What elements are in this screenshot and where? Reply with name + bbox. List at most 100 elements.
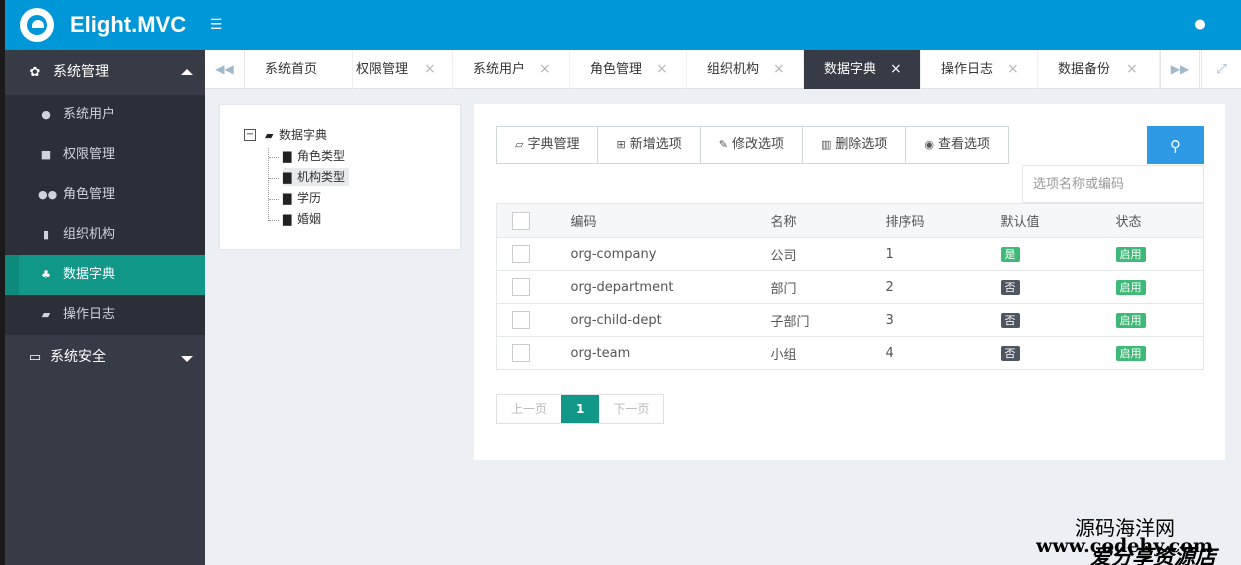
items-table: 编码 名称 排序码 默认值 状态 org-company 公司 1 是 启用 o…	[496, 203, 1204, 370]
close-icon[interactable]: ×	[1007, 50, 1019, 89]
tab-scroll-right-icon[interactable]: ▶▶	[1160, 50, 1200, 89]
sidebar-item-organization[interactable]: ▮ 组织机构	[5, 215, 205, 255]
users-icon: ●●	[38, 188, 58, 201]
sidebar-group-label: 系统管理	[53, 64, 109, 80]
row-select-cell	[496, 303, 571, 337]
tab-data-backup[interactable]: 数据备份 ×	[1038, 50, 1160, 89]
select-all-checkbox[interactable]	[512, 211, 530, 230]
table-row[interactable]: org-child-dept 子部门 3 否 启用	[496, 303, 1204, 337]
sidebar-group-system-management[interactable]: ✿ 系统管理	[5, 50, 205, 95]
close-icon[interactable]: ×	[890, 50, 902, 89]
row-checkbox[interactable]	[512, 278, 530, 296]
tab-bar: ◀◀ 系统首页 权限管理 × 系统用户 × 角色管理 × 组织机构 × 数据字典 × 操作…	[205, 50, 1241, 89]
edit-item-button[interactable]: ✎ 修改选项	[701, 127, 803, 163]
table-row[interactable]: org-department 部门 2 否 启用	[496, 270, 1204, 304]
cell-default: 否	[1000, 303, 1116, 337]
user-icon[interactable]: ●	[1175, 0, 1225, 50]
cell-sort: 3	[885, 303, 1001, 337]
sidebar-item-label: 系统用户	[63, 107, 116, 122]
delete-item-button[interactable]: ▥ 删除选项	[803, 127, 907, 163]
row-checkbox[interactable]	[512, 311, 530, 329]
tab-label: 数据备份	[1058, 62, 1111, 77]
page-number-button[interactable]: 1	[561, 395, 600, 423]
close-icon[interactable]: ×	[656, 50, 668, 89]
tree-node-marriage[interactable]: ▇ 婚姻	[283, 210, 321, 228]
table-row[interactable]: org-company 公司 1 是 启用	[496, 237, 1204, 271]
folder-open-icon: ▰	[265, 129, 274, 142]
user-circle-icon: ●	[41, 108, 51, 121]
tab-data-dictionary[interactable]: 数据字典 ×	[804, 50, 921, 89]
sidebar-item-data-dictionary[interactable]: ♣ 数据字典	[5, 255, 205, 295]
button-label: 新增选项	[629, 137, 682, 152]
default-badge: 否	[1000, 279, 1020, 295]
cell-name: 部门	[770, 270, 886, 304]
tree-node-org-type[interactable]: ▇ 机构类型	[283, 168, 350, 186]
tab-system-users[interactable]: 系统用户 ×	[453, 50, 570, 89]
cell-status: 启用	[1115, 270, 1204, 304]
sidebar-group-system-security[interactable]: ▭ 系统安全	[5, 335, 205, 380]
sidebar-item-label: 权限管理	[63, 147, 116, 162]
cell-code: org-company	[570, 237, 771, 271]
file-icon: ▇	[283, 150, 292, 163]
add-item-button[interactable]: ⊞ 新增选项	[598, 127, 701, 163]
file-icon: ▇	[283, 213, 292, 226]
file-icon: ▇	[283, 192, 292, 205]
file-icon: ▇	[283, 171, 292, 184]
sidebar-item-permissions[interactable]: ■ 权限管理	[5, 135, 205, 175]
cell-name: 小组	[770, 336, 886, 370]
tree-branch-line	[269, 199, 279, 200]
sidebar-item-system-users[interactable]: ● 系统用户	[5, 95, 205, 135]
tab-permissions[interactable]: 权限管理 ×	[336, 50, 453, 89]
close-icon[interactable]: ×	[773, 50, 785, 89]
tree-node-role-type[interactable]: ▇ 角色类型	[283, 147, 345, 165]
next-page-button[interactable]: 下一页	[599, 395, 664, 423]
search-input[interactable]	[1022, 165, 1204, 203]
close-icon[interactable]: ×	[424, 50, 436, 89]
column-header-status[interactable]: 状态	[1115, 203, 1204, 238]
sidebar-item-label: 组织机构	[63, 227, 116, 242]
tab-label: 数据字典	[824, 62, 877, 77]
tab-label: 操作日志	[941, 62, 994, 77]
trash-icon: ▥	[820, 138, 832, 151]
table-row[interactable]: org-team 小组 4 否 启用	[496, 336, 1204, 370]
search-button[interactable]: ⚲	[1147, 126, 1204, 164]
tree-branch-line	[269, 178, 279, 179]
row-checkbox[interactable]	[512, 344, 530, 362]
default-badge: 否	[1000, 312, 1020, 328]
item-toolbar: ▱ 字典管理 ⊞ 新增选项 ✎ 修改选项 ▥ 删除选项 ◉ 查看选项	[496, 126, 1009, 164]
view-item-button[interactable]: ◉ 查看选项	[906, 127, 1008, 163]
close-icon[interactable]: ×	[539, 50, 551, 89]
fullscreen-icon[interactable]: ⤢	[1201, 50, 1241, 89]
prev-page-button[interactable]: 上一页	[497, 395, 562, 423]
column-header-sort[interactable]: 排序码	[885, 203, 1001, 238]
sidebar-item-roles[interactable]: ●● 角色管理	[5, 175, 205, 215]
tab-roles[interactable]: 角色管理 ×	[570, 50, 687, 89]
tree-branch-line	[269, 157, 279, 158]
tree-node-root[interactable]: ▰ 数据字典	[265, 126, 327, 144]
tab-label: 系统用户	[473, 62, 526, 77]
tab-scroll-left-icon[interactable]: ◀◀	[205, 50, 245, 89]
cell-status: 启用	[1115, 237, 1204, 271]
column-header-name[interactable]: 名称	[770, 203, 886, 238]
tab-organization[interactable]: 组织机构 ×	[687, 50, 804, 89]
sidebar-item-operation-log[interactable]: ▰ 操作日志	[5, 295, 205, 335]
dictionary-manage-button[interactable]: ▱ 字典管理	[497, 127, 599, 163]
list-icon[interactable]: ☰	[207, 17, 225, 33]
cell-code: org-child-dept	[570, 303, 771, 337]
column-header-default[interactable]: 默认值	[1000, 203, 1116, 238]
cell-sort: 1	[885, 237, 1001, 271]
close-icon[interactable]: ×	[1126, 50, 1138, 89]
folder-open-icon: ▰	[41, 308, 51, 321]
column-header-code[interactable]: 编码	[570, 203, 771, 238]
eye-icon: ◉	[924, 138, 934, 151]
row-checkbox[interactable]	[512, 245, 530, 263]
tree-node-education[interactable]: ▇ 学历	[283, 189, 321, 207]
tree-collapse-toggle[interactable]: −	[244, 129, 256, 141]
tab-operation-log[interactable]: 操作日志 ×	[921, 50, 1038, 89]
sidebar: ✿ 系统管理 ● 系统用户 ■ 权限管理 ●● 角色管理 ▮ 组织机构 ♣ 数据…	[5, 50, 205, 565]
table-header-row: 编码 名称 排序码 默认值 状态	[496, 203, 1204, 238]
tab-label: 组织机构	[707, 62, 760, 77]
button-label: 字典管理	[527, 137, 580, 152]
active-indicator	[5, 255, 19, 295]
cell-code: org-department	[570, 270, 771, 304]
